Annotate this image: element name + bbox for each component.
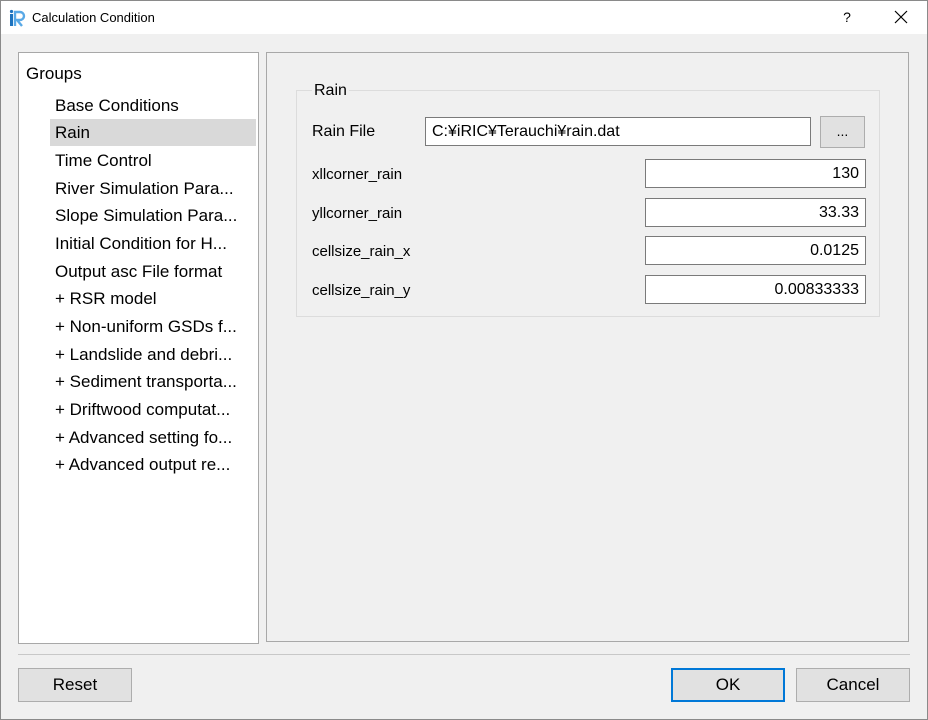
group-item-driftwood[interactable]: + Driftwood computat... [50, 396, 256, 423]
group-item-output-asc[interactable]: Output asc File format [50, 258, 256, 285]
cellsize-rain-y-input[interactable] [645, 275, 866, 304]
rain-file-input[interactable] [425, 117, 811, 146]
group-item-time-control[interactable]: Time Control [50, 147, 256, 174]
group-item-non-uniform-gsds[interactable]: + Non-uniform GSDs f... [50, 313, 256, 340]
yllcorner-rain-label: yllcorner_rain [312, 205, 403, 222]
group-item-river-simulation[interactable]: River Simulation Para... [50, 175, 256, 202]
iric-logo-icon [9, 9, 26, 27]
cellsize-rain-x-input[interactable] [645, 236, 866, 265]
group-item-base-conditions[interactable]: Base Conditions [50, 92, 256, 119]
close-button[interactable] [884, 4, 918, 30]
group-item-advanced-output[interactable]: + Advanced output re... [50, 451, 256, 478]
browse-button[interactable]: ... [820, 116, 865, 148]
window-title: Calculation Condition [32, 10, 155, 25]
group-item-rsr-model[interactable]: + RSR model [50, 285, 256, 312]
cellsize-rain-x-label: cellsize_rain_x [312, 243, 411, 260]
groups-header: Groups [26, 64, 82, 83]
group-item-slope-simulation[interactable]: Slope Simulation Para... [50, 202, 256, 229]
title-bar: Calculation Condition ? [0, 0, 928, 34]
group-item-advanced-setting[interactable]: + Advanced setting fo... [50, 424, 256, 451]
rain-file-label: Rain File [312, 123, 376, 140]
help-button[interactable]: ? [832, 4, 862, 30]
xllcorner-rain-input[interactable] [645, 159, 866, 188]
groups-tree-panel[interactable]: Groups Base Conditions Rain Time Control… [18, 52, 259, 644]
close-icon [894, 10, 908, 24]
yllcorner-rain-input[interactable] [645, 198, 866, 227]
group-item-initial-condition[interactable]: Initial Condition for H... [50, 230, 256, 257]
cellsize-rain-y-label: cellsize_rain_y [312, 282, 411, 299]
group-item-sediment-transport[interactable]: + Sediment transporta... [50, 368, 256, 395]
reset-button[interactable]: Reset [18, 668, 132, 702]
group-item-landslide[interactable]: + Landslide and debri... [50, 341, 256, 368]
ok-button[interactable]: OK [671, 668, 785, 702]
cancel-button[interactable]: Cancel [796, 668, 910, 702]
rain-groupbox-title: Rain [312, 82, 349, 100]
group-item-rain[interactable]: Rain [50, 119, 256, 146]
xllcorner-rain-label: xllcorner_rain [312, 166, 403, 183]
footer-divider [18, 654, 910, 655]
